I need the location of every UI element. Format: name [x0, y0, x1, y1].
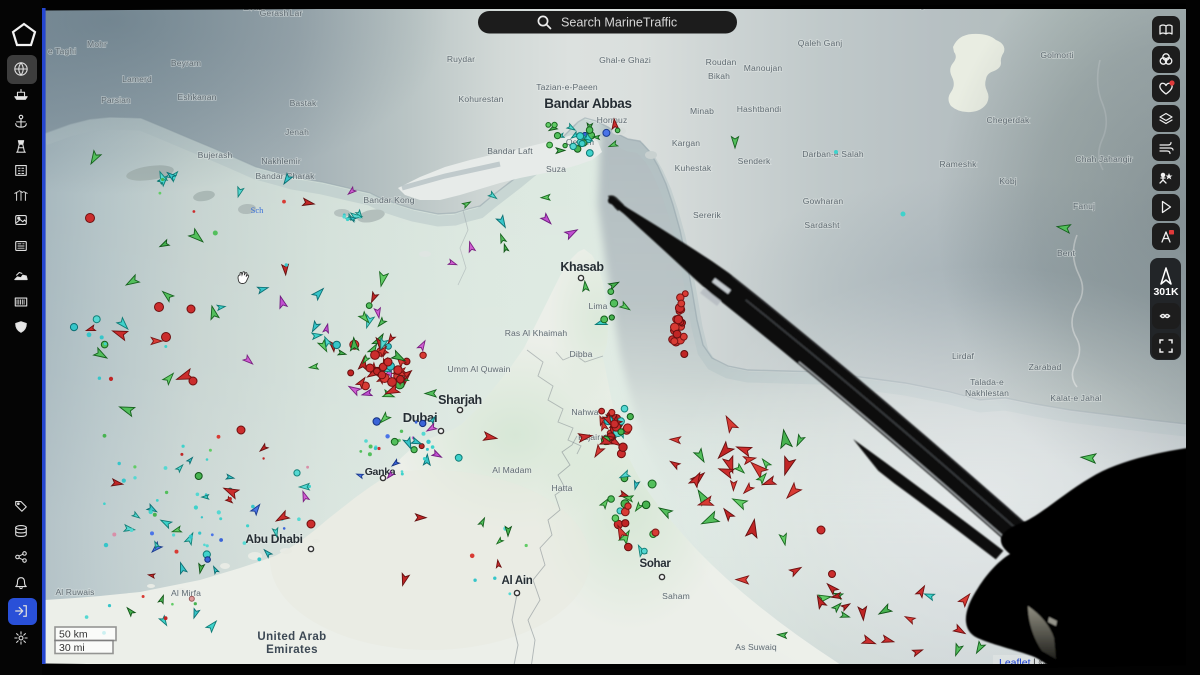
svg-text:e Taghi: e Taghi	[48, 46, 76, 56]
svg-text:Emirates: Emirates	[266, 644, 318, 656]
svg-text:Kobj: Kobj	[999, 176, 1017, 186]
svg-text:Senderk: Senderk	[738, 156, 771, 166]
svg-text:Darban-e Salah: Darban-e Salah	[802, 149, 864, 159]
svg-text:Rameshk: Rameshk	[940, 159, 978, 169]
svg-text:Ras Al Khaimah: Ras Al Khaimah	[505, 328, 568, 338]
svg-text:Bikah: Bikah	[708, 71, 730, 81]
svg-text:Abu Dhabi: Abu Dhabi	[245, 532, 302, 546]
svg-text:Saham: Saham	[662, 591, 690, 601]
svg-text:As Suwaiq: As Suwaiq	[735, 642, 777, 652]
svg-text:Bandar Kong: Bandar Kong	[363, 195, 414, 205]
svg-text:Bandar Abbas: Bandar Abbas	[544, 96, 631, 111]
svg-text:Lirdaf: Lirdaf	[952, 351, 975, 361]
svg-text:Ruydar: Ruydar	[447, 54, 475, 64]
svg-text:Al Madam: Al Madam	[492, 465, 532, 475]
svg-text:Bandar Laft: Bandar Laft	[487, 146, 533, 156]
svg-text:Eshkanan: Eshkanan	[177, 92, 216, 102]
svg-text:Hashtbandi: Hashtbandi	[737, 104, 781, 114]
svg-text:Chah Jahangir: Chah Jahangir	[1075, 154, 1132, 164]
svg-text:Gerash: Gerash	[260, 8, 289, 18]
svg-text:Al Mirfa: Al Mirfa	[171, 588, 201, 598]
svg-text:Parsian: Parsian	[101, 95, 131, 105]
svg-text:Zarabad: Zarabad	[1029, 362, 1062, 372]
svg-text:Tazian-e-Paeen: Tazian-e-Paeen	[536, 82, 598, 92]
svg-text:Dibba: Dibba	[570, 349, 593, 359]
svg-text:Sharjah: Sharjah	[438, 393, 482, 407]
svg-text:Fanuj: Fanuj	[1073, 201, 1095, 211]
svg-text:United Arab: United Arab	[257, 631, 326, 643]
svg-text:50 km: 50 km	[59, 629, 88, 641]
svg-text:Beyram: Beyram	[171, 58, 201, 68]
svg-text:Sch: Sch	[251, 205, 265, 215]
svg-text:Khasab: Khasab	[560, 260, 604, 274]
svg-text:Kohurestan: Kohurestan	[459, 94, 504, 104]
svg-text:Talada-e: Talada-e	[970, 377, 1004, 387]
svg-text:Nahwa: Nahwa	[571, 407, 598, 417]
svg-text:Roudan: Roudan	[706, 57, 737, 67]
svg-text:Manoujan: Manoujan	[744, 63, 783, 73]
svg-text:Ghal-e Ghazi: Ghal-e Ghazi	[599, 55, 651, 65]
svg-text:Bastak: Bastak	[290, 98, 317, 108]
svg-text:Chegerdak: Chegerdak	[987, 115, 1031, 125]
svg-text:Jenah: Jenah	[285, 127, 309, 137]
svg-text:Nakhlestan: Nakhlestan	[965, 388, 1009, 398]
svg-text:301K: 301K	[1153, 286, 1179, 298]
svg-text:Sardasht: Sardasht	[804, 220, 840, 230]
svg-text:Sererik: Sererik	[693, 210, 722, 220]
svg-text:Search MarineTraffic: Search MarineTraffic	[561, 15, 677, 29]
svg-text:Suza: Suza	[546, 164, 566, 174]
svg-text:Mohr: Mohr	[87, 39, 107, 49]
svg-text:Golmorti: Golmorti	[1040, 50, 1073, 60]
svg-text:Qaleh Ganj: Qaleh Ganj	[798, 38, 842, 48]
svg-text:Umm Al Quwain: Umm Al Quwain	[448, 364, 511, 374]
svg-text:Hatta: Hatta	[551, 483, 572, 493]
svg-text:Kuhestak: Kuhestak	[675, 163, 712, 173]
svg-text:Minab: Minab	[690, 106, 714, 116]
svg-text:Bent: Bent	[1057, 248, 1076, 258]
svg-text:Lar: Lar	[290, 8, 303, 18]
svg-text:Hormuz: Hormuz	[597, 115, 628, 125]
svg-text:Lamerd: Lamerd	[122, 74, 152, 84]
svg-text:Al Ain: Al Ain	[502, 575, 533, 587]
svg-text:Bujerash: Bujerash	[198, 150, 233, 160]
svg-text:Al Ruwais: Al Ruwais	[55, 587, 94, 597]
svg-text:Kargan: Kargan	[672, 138, 700, 148]
svg-text:Sohar: Sohar	[639, 558, 671, 570]
svg-text:Lima: Lima	[588, 301, 607, 311]
svg-text:Gowharan: Gowharan	[803, 196, 844, 206]
svg-text:30 mi: 30 mi	[59, 642, 85, 654]
svg-text:Kalat-e Jahal: Kalat-e Jahal	[1050, 393, 1101, 403]
svg-text:Nakhlemir: Nakhlemir	[261, 156, 301, 166]
